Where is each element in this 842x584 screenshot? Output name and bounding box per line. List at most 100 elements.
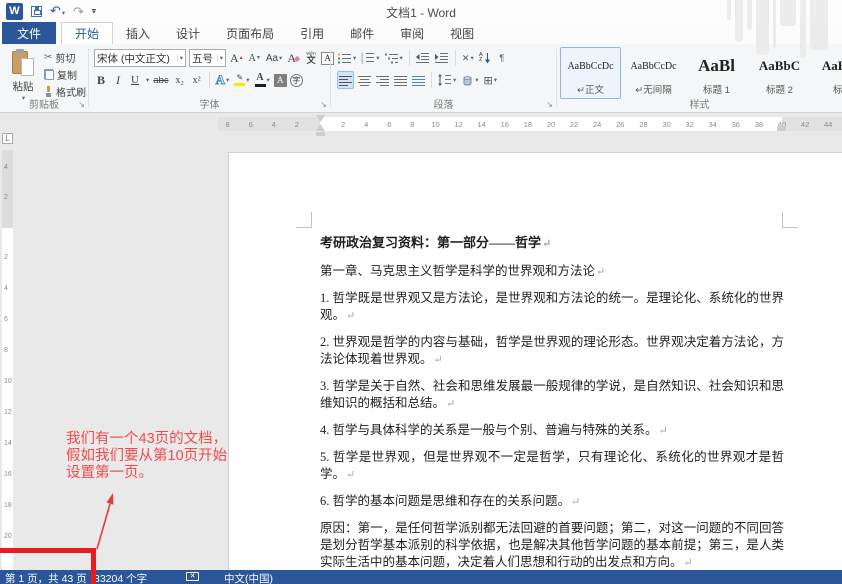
justify-icon [394, 75, 407, 86]
multilevel-list-button[interactable]: ▾ [384, 49, 404, 67]
ribbon-tab-7[interactable]: 审阅 [387, 22, 437, 44]
superscript-button[interactable]: x² [190, 71, 204, 89]
ribbon-tab-4[interactable]: 页面布局 [213, 22, 287, 44]
word-count[interactable]: 33204 个字 [94, 571, 147, 584]
asian-layout-button[interactable]: ✕▾ [461, 49, 475, 67]
font-dialog-launcher-icon[interactable]: ↘ [320, 101, 327, 109]
document-paragraph: 1. 哲学既是世界观又是方法论，是世界观和方法论的统一。是理论化、系统化的世界观… [320, 290, 784, 325]
font-size-combo[interactable]: 五号▾ [189, 49, 226, 67]
vruler-number: 20 [4, 533, 12, 540]
sort-az-icon: AZ [479, 53, 483, 63]
clear-formatting-button[interactable]: A◆ [286, 49, 301, 67]
document-page[interactable]: 考研政治复习资料：第一部分——哲学↵ 第一章、马克思主义哲学是科学的世界观和方法论… [228, 152, 842, 570]
change-case-button[interactable]: Aa▾ [265, 49, 284, 67]
style-name: 标题 2 [766, 82, 793, 96]
ruler-number: 4 [364, 120, 368, 129]
align-center-button[interactable] [357, 71, 372, 89]
increase-indent-button[interactable] [434, 49, 450, 67]
font-name-combo[interactable]: 宋体 (中文正文)▾ [94, 49, 186, 67]
status-bar: 第 1 页，共 43 页 33204 个字 ✕ 中文(中国) [0, 570, 842, 584]
align-center-icon [358, 75, 371, 86]
ruler-number: 2 [341, 120, 345, 129]
clipboard-dialog-launcher-icon[interactable]: ↘ [78, 101, 85, 109]
document-paragraph: 第一章、马克思主义哲学是科学的世界观和方法论↵ [320, 263, 784, 281]
text-effects-button[interactable]: A▾ [215, 71, 231, 89]
line-spacing-button[interactable]: ▾ [437, 71, 457, 89]
redo-icon[interactable]: ↷ [73, 5, 84, 18]
brush-icon [44, 86, 53, 97]
ribbon-tab-2[interactable]: 插入 [113, 22, 163, 44]
paragraph-dialog-launcher-icon[interactable]: ↘ [546, 101, 553, 109]
ruler-number: 30 [662, 120, 670, 129]
borders-button[interactable]: ⊞▾ [483, 71, 498, 89]
ribbon-tab-8[interactable]: 视图 [437, 22, 487, 44]
bullets-icon [338, 53, 352, 64]
annotation-text: 我们有一个43页的文档， 假如我们要从第10页开始 设置第一页。 [66, 431, 227, 482]
style-preview: AaBbC [759, 50, 800, 82]
cut-button[interactable]: ✂剪切 [44, 50, 86, 64]
ribbon-tab-6[interactable]: 邮件 [337, 22, 387, 44]
qat-customize-icon[interactable]: ▾ [92, 9, 96, 16]
left-indent-marker[interactable] [316, 132, 325, 136]
style-card-4[interactable]: AaBbC标题 [812, 47, 842, 99]
vruler-number: 16 [4, 471, 12, 478]
undo-icon[interactable]: ↶▾ [50, 4, 65, 18]
font-name-dropdown-icon[interactable]: ▾ [177, 54, 183, 62]
align-left-button[interactable] [337, 71, 354, 89]
language-indicator[interactable]: 中文(中国) [224, 571, 273, 584]
underline-dropdown-icon[interactable]: ▾ [146, 76, 149, 84]
document-heading: 考研政治复习资料：第一部分——哲学↵ [320, 234, 784, 253]
decrease-indent-icon [416, 52, 430, 64]
font-color-button[interactable]: A▾ [254, 71, 271, 89]
ribbon-tab-1[interactable]: 开始 [61, 22, 113, 44]
distribute-button[interactable] [411, 71, 426, 89]
style-card-0[interactable]: AaBbCcDc↵正文 [560, 47, 621, 99]
ribbon-tab-0[interactable]: 文件 [2, 22, 56, 44]
bullets-button[interactable]: ▾ [337, 49, 357, 67]
highlight-color-button[interactable]: ✎▾ [233, 71, 250, 89]
decrease-indent-button[interactable] [415, 49, 431, 67]
style-preview: AaBl [698, 50, 735, 82]
font-size-dropdown-icon[interactable]: ▾ [217, 54, 223, 62]
sort-button[interactable]: AZ [478, 49, 492, 67]
underline-button[interactable]: U [128, 71, 142, 89]
copy-button[interactable]: 复制 [44, 67, 86, 81]
align-right-button[interactable] [375, 71, 390, 89]
bold-button[interactable]: B [94, 71, 108, 89]
italic-button[interactable]: I [111, 71, 125, 89]
tab-selector[interactable]: L [2, 133, 13, 144]
style-card-3[interactable]: AaBbC标题 2 [749, 47, 810, 99]
strikethrough-button[interactable]: abc [152, 71, 169, 89]
shading-button[interactable]: ▾ [460, 71, 479, 89]
character-shading-button[interactable]: A [274, 74, 287, 87]
clipboard-group: 粘贴 ▾ ✂剪切 复制 格式刷 剪贴板 ↘ [0, 44, 88, 112]
show-marks-button[interactable]: ¶ [495, 49, 509, 67]
justify-button[interactable] [393, 71, 408, 89]
ribbon-tab-5[interactable]: 引用 [287, 22, 337, 44]
ribbon-tab-3[interactable]: 设计 [163, 22, 213, 44]
ruler-number: 20 [547, 120, 555, 129]
horizontal-ruler[interactable]: 8642246810121416182022242628303234363840… [218, 117, 842, 131]
sort-arrow-icon [484, 53, 491, 64]
proofing-errors-icon[interactable]: ✕ [186, 572, 199, 581]
document-text[interactable]: 考研政治复习资料：第一部分——哲学↵ 第一章、马克思主义哲学是科学的世界观和方法论… [320, 234, 784, 584]
enclose-characters-button[interactable]: 字 [290, 74, 303, 87]
page-indicator[interactable]: 第 1 页，共 43 页 [5, 571, 87, 584]
save-icon[interactable] [31, 6, 42, 17]
phonetic-guide-button[interactable]: wén文 [304, 49, 318, 67]
subscript-button[interactable]: x₂ [173, 71, 187, 89]
vruler-number: 4 [4, 285, 8, 292]
ruler-number: 8 [410, 120, 414, 129]
undo-dropdown-icon[interactable]: ▾ [62, 10, 65, 17]
ruler-number: 28 [639, 120, 647, 129]
style-card-1[interactable]: AaBbCcDc↵无间隔 [623, 47, 684, 99]
window-title: 文档1 - Word [386, 4, 456, 21]
style-preview: AaBbC [822, 50, 842, 82]
shrink-font-button[interactable]: A▼ [248, 49, 262, 67]
vertical-ruler[interactable]: 422468101214161820 [2, 150, 13, 570]
ruler-number: 34 [709, 120, 717, 129]
numbering-button[interactable]: 123▾ [360, 49, 380, 67]
grow-font-button[interactable]: A▲ [229, 49, 245, 67]
style-card-2[interactable]: AaBl标题 1 [686, 47, 747, 99]
ruler-number: 18 [524, 120, 532, 129]
